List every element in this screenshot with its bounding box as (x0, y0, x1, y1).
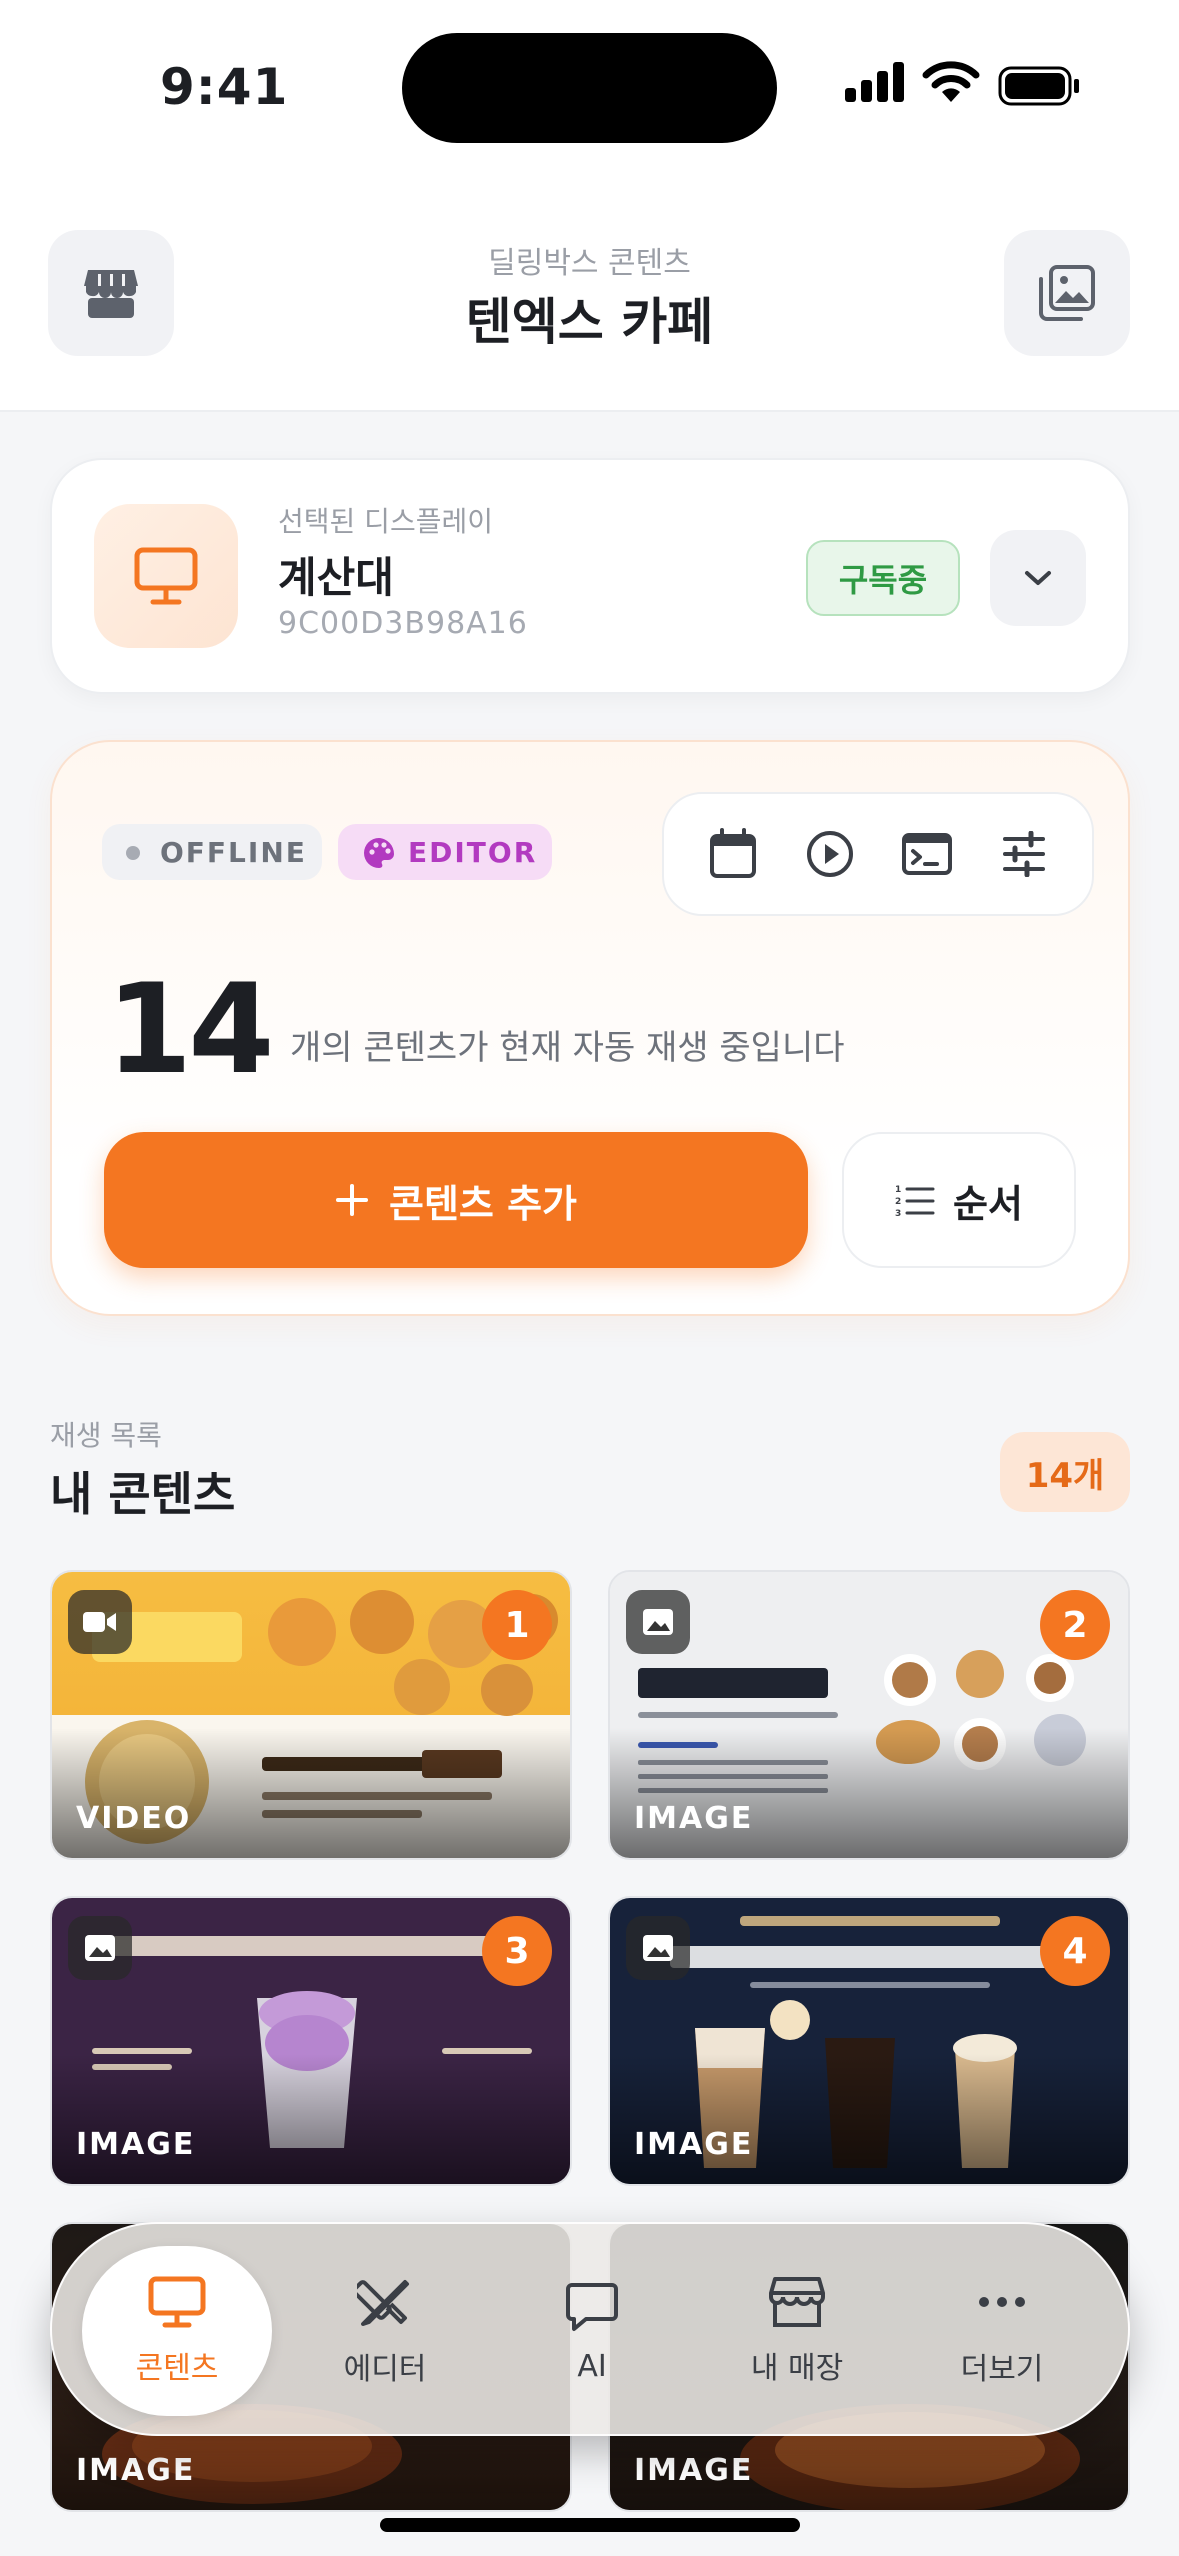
content-card[interactable]: 2 IMAGE (608, 1570, 1130, 1860)
gallery-icon (1039, 265, 1095, 321)
card-shade (52, 1728, 570, 1858)
card-shade (52, 2054, 570, 2184)
subscription-badge: 구독중 (806, 540, 960, 616)
home-indicator (380, 2518, 800, 2532)
tab-label: AI (577, 2348, 607, 2384)
content-type-label: IMAGE (634, 2127, 754, 2162)
add-content-button[interactable]: 콘텐츠 추가 (104, 1132, 808, 1268)
card-shade (610, 2054, 1128, 2184)
image-icon (643, 1609, 673, 1635)
header-subtitle: 딜링박스 콘텐츠 (488, 246, 691, 281)
app-header: 딜링박스 콘텐츠 텐엑스 카페 (0, 170, 1179, 412)
monitor-icon (134, 547, 198, 605)
content-type-badge (626, 1590, 690, 1654)
dynamic-island (402, 33, 777, 143)
chevron-down-icon (1025, 571, 1051, 585)
content-type-label: IMAGE (76, 2453, 196, 2488)
tab-ai[interactable]: AI (497, 2246, 687, 2416)
display-icon-wrap (94, 504, 238, 648)
schedule-button[interactable] (693, 814, 773, 894)
add-content-label: 콘텐츠 추가 (388, 1181, 578, 1226)
content-type-badge (68, 1916, 132, 1980)
chat-bubble-icon (566, 2282, 618, 2331)
image-icon (85, 1935, 115, 1961)
content-type-label: IMAGE (76, 2127, 196, 2162)
store-icon (769, 2277, 825, 2327)
selected-display-card[interactable]: 선택된 디스플레이 계산대 9C00D3B98A16 구독중 (50, 458, 1130, 694)
plus-icon (335, 1184, 368, 1216)
content-card[interactable]: 1 VIDEO (50, 1570, 572, 1860)
svg-text:3: 3 (895, 1209, 901, 1217)
wifi-icon (922, 61, 980, 102)
tab-label: 내 매장 (750, 2351, 844, 2386)
battery-icon (998, 66, 1079, 106)
content-card[interactable]: 4 IMAGE (608, 1896, 1130, 2186)
content-type-badge (68, 1590, 132, 1654)
tab-editor[interactable]: 에디터 (290, 2246, 480, 2416)
content-order-number: 3 (482, 1916, 552, 1986)
editor-badge-label: EDITOR (408, 835, 538, 869)
clock: 9:41 (160, 58, 289, 116)
content-type-badge (626, 1916, 690, 1980)
order-label: 순서 (953, 1181, 1023, 1226)
content-order-number: 1 (482, 1590, 552, 1660)
svg-text:1: 1 (895, 1185, 901, 1195)
cellular-signal-icon (845, 62, 904, 102)
display-toolbar (662, 792, 1094, 916)
content-order-number: 2 (1040, 1590, 1110, 1660)
palette-icon (364, 838, 395, 868)
editor-badge: EDITOR (338, 824, 552, 880)
content-type-label: VIDEO (76, 1801, 192, 1836)
section-title: 내 콘텐츠 (50, 1467, 236, 1521)
display-dropdown-button[interactable] (990, 530, 1086, 626)
monitor-icon (148, 2276, 206, 2328)
tab-label: 더보기 (960, 2352, 1044, 2387)
display-label: 선택된 디스플레이 (278, 505, 493, 538)
console-button[interactable] (887, 814, 967, 894)
content-count: 14 (106, 958, 275, 1102)
ordered-list-icon: 1 2 3 (895, 1185, 935, 1217)
content-type-label: IMAGE (634, 2453, 754, 2488)
display-id: 9C00D3B98A16 (278, 606, 528, 641)
video-icon (83, 1612, 116, 1632)
display-name: 계산대 (278, 553, 394, 602)
playback-status-card: OFFLINE EDITOR 14 개의 콘텐츠가 현재 자동 재생 중입니다 … (50, 740, 1130, 1316)
svg-text:2: 2 (895, 1197, 901, 1207)
tab-label: 에디터 (343, 2352, 427, 2387)
play-button[interactable] (790, 814, 870, 894)
calendar-icon (709, 828, 756, 878)
sliders-icon (1002, 831, 1045, 877)
card-shade (610, 1728, 1128, 1858)
content-type-label: IMAGE (634, 1801, 754, 1836)
tab-contents[interactable]: 콘텐츠 (82, 2246, 272, 2416)
tab-label: 콘텐츠 (135, 2351, 219, 2386)
gallery-button[interactable] (1004, 230, 1130, 356)
content-count-badge: 14개 (1000, 1432, 1130, 1512)
tab-my-store[interactable]: 내 매장 (702, 2246, 892, 2416)
more-icon (979, 2297, 1025, 2307)
settings-button[interactable] (984, 814, 1064, 894)
status-bar: 9:41 (0, 0, 1179, 170)
content-count-text: 개의 콘텐츠가 현재 자동 재생 중입니다 (290, 1028, 845, 1068)
bottom-tab-bar: 콘텐츠 에디터 AI 내 매장 더보기 (50, 2222, 1130, 2436)
edit-tools-icon (357, 2280, 409, 2326)
order-button[interactable]: 1 2 3 순서 (842, 1132, 1076, 1268)
terminal-icon (901, 833, 952, 875)
image-icon (643, 1935, 673, 1961)
content-order-number: 4 (1040, 1916, 1110, 1986)
content-card[interactable]: 3 IMAGE (50, 1896, 572, 2186)
page-title: 텐엑스 카페 (465, 293, 714, 351)
section-subtitle: 재생 목록 (50, 1419, 162, 1452)
play-circle-icon (806, 831, 853, 877)
offline-badge: OFFLINE (102, 824, 322, 880)
tab-more[interactable]: 더보기 (907, 2246, 1097, 2416)
